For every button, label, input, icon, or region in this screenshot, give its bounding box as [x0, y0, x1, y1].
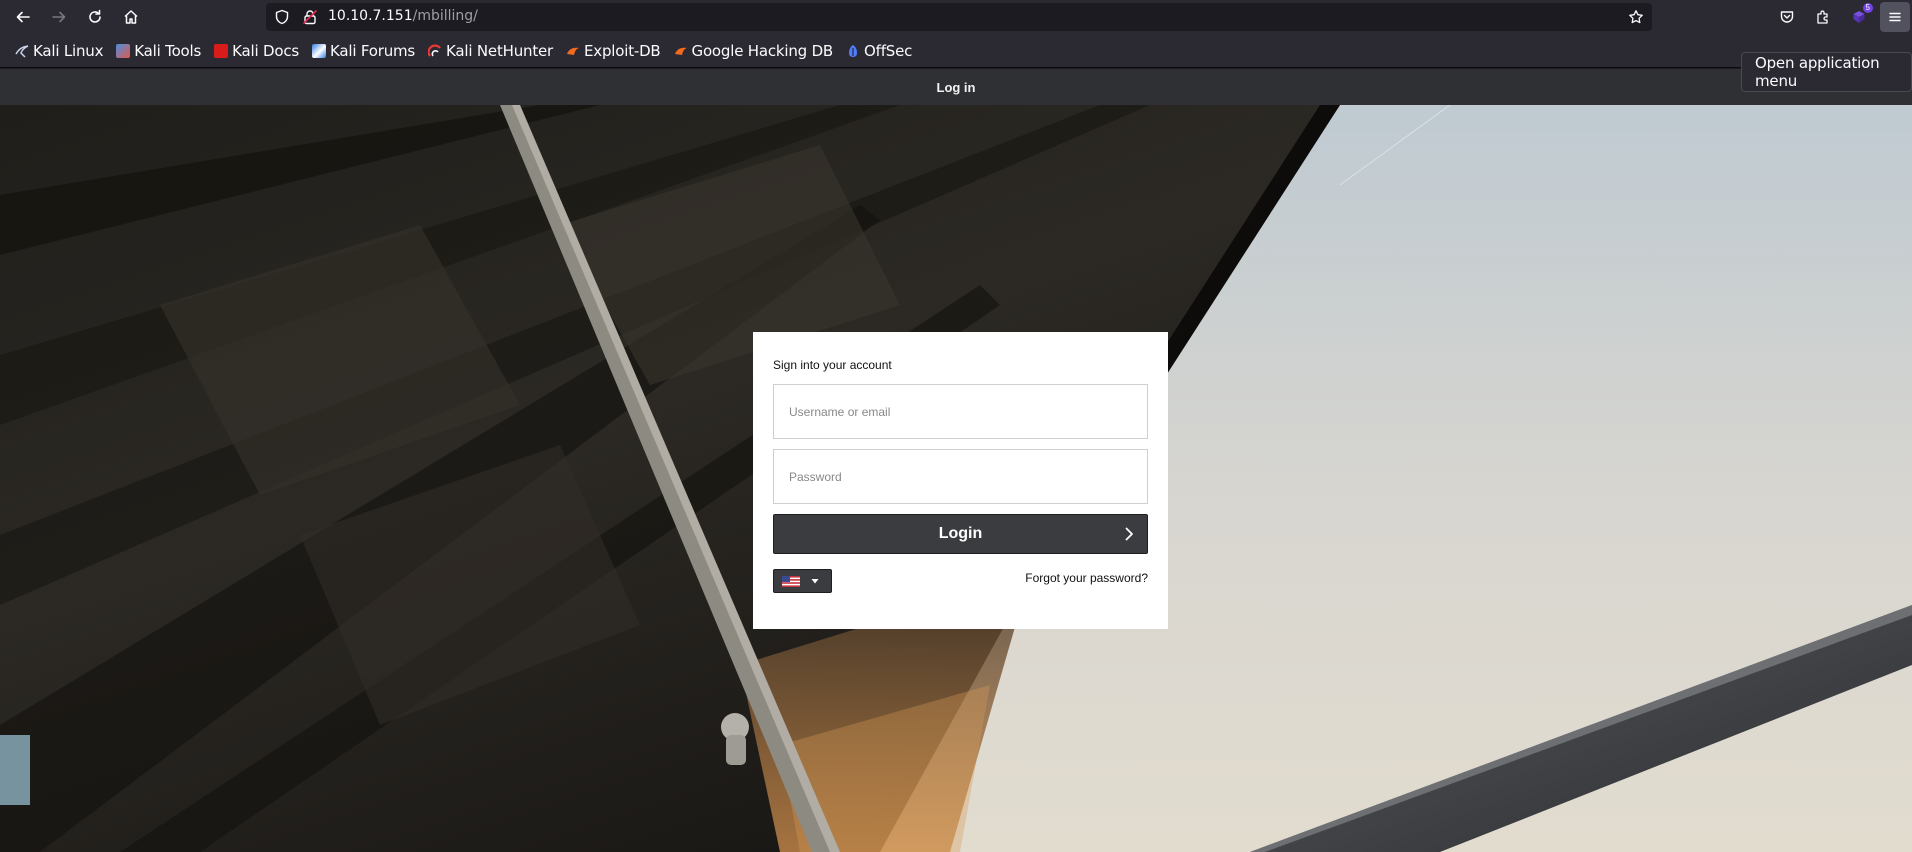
reload-icon [89, 9, 101, 23]
kali-linux-icon [15, 44, 29, 58]
application-menu-button[interactable] [1880, 2, 1910, 32]
language-select[interactable] [773, 569, 832, 593]
arrow-left-icon [16, 11, 30, 23]
google-hacking-db-icon [674, 44, 688, 58]
reload-button[interactable] [80, 2, 110, 32]
home-button[interactable] [116, 2, 146, 32]
bookmark-kali-forums[interactable]: Kali Forums [307, 39, 420, 63]
bookmark-label: Exploit-DB [584, 41, 661, 60]
application-menu-tooltip: Open application menu [1741, 52, 1912, 92]
pocket-icon [1780, 11, 1794, 23]
home-icon [124, 10, 138, 24]
bookmark-offsec[interactable]: OffSec [841, 39, 917, 63]
bookmark-kali-linux[interactable]: Kali Linux [10, 39, 108, 63]
pocket-button[interactable] [1772, 2, 1802, 32]
bookmark-google-hacking-db[interactable]: Google Hacking DB [669, 39, 838, 63]
bookmark-label: Kali Linux [33, 41, 104, 60]
login-button[interactable]: Login [773, 514, 1148, 554]
exploit-db-icon [566, 44, 580, 58]
bookmark-label: Google Hacking DB [691, 41, 834, 60]
bookmark-kali-nethunter[interactable]: Kali NetHunter [423, 39, 558, 63]
forward-button[interactable] [44, 2, 74, 32]
bookmark-kali-docs[interactable]: Kali Docs [209, 39, 304, 63]
offsec-icon [846, 44, 860, 58]
bookmark-kali-tools[interactable]: Kali Tools [111, 39, 206, 63]
forgot-password-link[interactable]: Forgot your password? [1025, 571, 1148, 585]
back-button[interactable] [8, 2, 38, 32]
password-input[interactable] [773, 449, 1148, 504]
kali-tools-icon [116, 43, 131, 58]
bookmark-label: Kali Forums [329, 41, 416, 60]
login-title: Sign into your account [773, 358, 892, 372]
chevron-right-icon [1125, 527, 1133, 541]
url-bar[interactable]: 10.10.7.151/mbilling/ [266, 3, 1652, 31]
extensions-button[interactable] [1808, 2, 1838, 32]
bookmark-label: Kali NetHunter [446, 41, 553, 60]
us-flag-icon [782, 575, 800, 587]
arrow-right-icon [52, 11, 66, 23]
login-form: Sign into your account Login Forgot your… [753, 332, 1168, 629]
insecure-lock-icon[interactable] [302, 9, 318, 25]
login-button-label: Login [938, 525, 983, 542]
page-title: Log in [936, 79, 976, 95]
bookmark-label: Kali Docs [232, 41, 299, 60]
shield-icon[interactable] [274, 9, 290, 25]
kali-forums-icon [311, 43, 326, 58]
kali-nethunter-icon [427, 44, 442, 58]
bookmark-label: Kali Tools [134, 41, 202, 60]
bookmark-label: OffSec [864, 41, 913, 60]
page-header: Log in [0, 69, 1912, 105]
browser-toolbar: 10.10.7.151/mbilling/ 5 [0, 0, 1912, 34]
kali-docs-icon [214, 43, 229, 58]
caret-down-icon [811, 579, 819, 584]
username-input[interactable] [773, 384, 1148, 439]
hamburger-menu-icon [1889, 12, 1901, 22]
bookmark-star-icon[interactable] [1628, 9, 1644, 25]
url-path: /mbilling/ [412, 8, 478, 24]
extension-button[interactable]: 5 [1844, 2, 1874, 32]
extension-badge: 5 [1862, 3, 1873, 13]
bookmarks-toolbar: Kali Linux Kali Tools Kali Docs Kali For… [0, 34, 1912, 68]
bookmark-exploit-db[interactable]: Exploit-DB [561, 39, 666, 63]
puzzle-piece-icon [1817, 10, 1828, 24]
url-text[interactable]: 10.10.7.151/mbilling/ [328, 8, 478, 24]
url-host: 10.10.7.151 [328, 8, 413, 24]
